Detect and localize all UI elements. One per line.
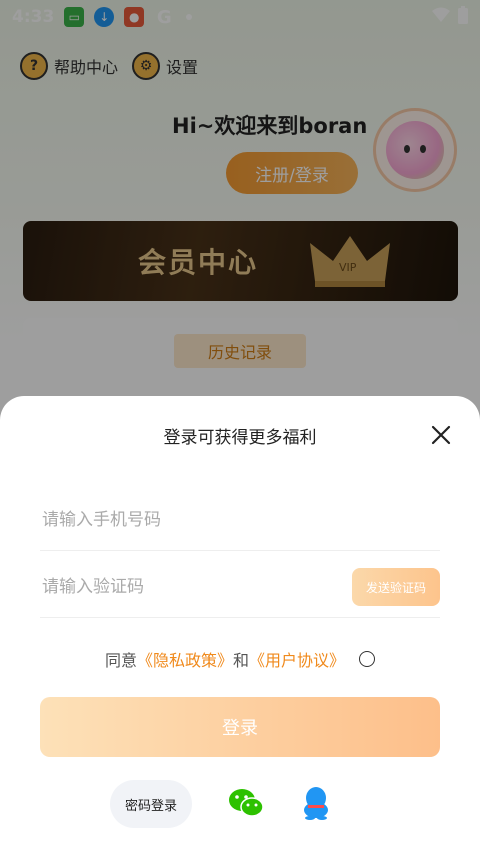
close-icon[interactable]	[430, 424, 452, 446]
send-code-button[interactable]: 发送验证码	[352, 568, 440, 606]
phone-input[interactable]	[40, 509, 440, 531]
login-sheet: 登录可获得更多福利 发送验证码 同意 《隐私政策》 和 《用户协议》 登录 密码…	[0, 396, 480, 855]
privacy-policy-link[interactable]: 《隐私政策》	[137, 647, 233, 671]
alternative-login-row: 密码登录	[0, 780, 480, 830]
qq-icon[interactable]	[302, 786, 330, 820]
agreement-row: 同意 《隐私政策》 和 《用户协议》	[0, 647, 480, 671]
wechat-icon[interactable]	[228, 788, 264, 818]
login-button[interactable]: 登录	[40, 697, 440, 757]
phone-field	[40, 490, 440, 551]
password-login-button[interactable]: 密码登录	[110, 780, 192, 828]
and-text: 和	[233, 651, 250, 670]
agree-radio[interactable]	[359, 651, 376, 667]
agree-prefix: 同意	[104, 651, 137, 670]
sheet-title: 登录可获得更多福利	[163, 428, 317, 448]
user-agreement-link[interactable]: 《用户协议》	[249, 647, 345, 671]
code-field: 发送验证码	[40, 557, 440, 618]
